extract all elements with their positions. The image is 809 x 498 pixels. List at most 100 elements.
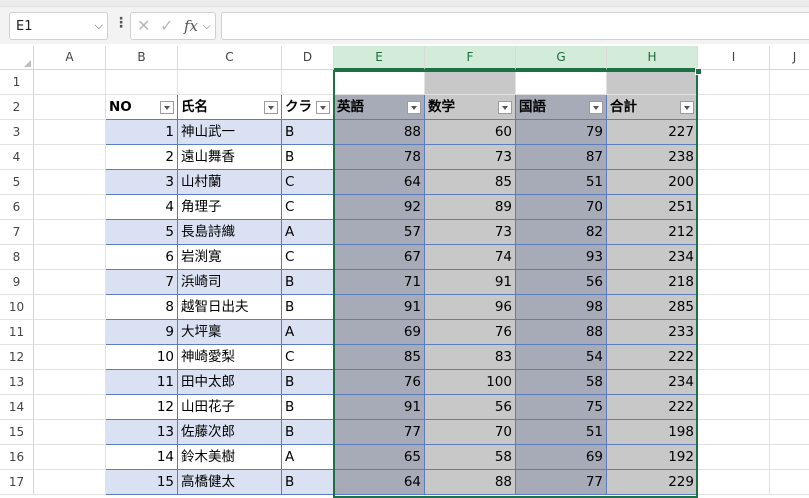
table-cell[interactable]: 遠山舞香 <box>178 145 282 170</box>
table-cell[interactable]: A <box>282 320 334 345</box>
row-header-2[interactable]: 2 <box>0 95 34 120</box>
table-cell[interactable]: B <box>282 295 334 320</box>
table-cell[interactable]: 70 <box>425 420 516 445</box>
table-cell[interactable]: 58 <box>516 370 607 395</box>
table-cell[interactable]: 227 <box>607 120 698 145</box>
table-cell[interactable]: 251 <box>607 195 698 220</box>
table-cell[interactable]: 角理子 <box>178 195 282 220</box>
chevron-down-icon[interactable]: ⌵ <box>203 21 211 32</box>
table-cell[interactable]: 234 <box>607 370 698 395</box>
table-cell[interactable]: 越智日出夫 <box>178 295 282 320</box>
cell[interactable] <box>698 170 770 195</box>
table-cell[interactable]: 98 <box>516 295 607 320</box>
row-header-9[interactable]: 9 <box>0 270 34 295</box>
column-header-h[interactable]: H <box>607 46 698 70</box>
table-cell[interactable]: 77 <box>516 470 607 495</box>
more-options-icon[interactable]: ⋮ <box>114 15 128 31</box>
table-cell[interactable]: 76 <box>334 370 425 395</box>
table-cell[interactable]: 85 <box>334 345 425 370</box>
table-cell[interactable]: 91 <box>425 270 516 295</box>
cell[interactable] <box>34 420 106 445</box>
cell[interactable] <box>698 95 770 120</box>
table-cell[interactable]: 山村蘭 <box>178 170 282 195</box>
table-cell[interactable]: 58 <box>425 445 516 470</box>
table-cell[interactable]: 88 <box>425 470 516 495</box>
table-cell[interactable]: 83 <box>425 345 516 370</box>
row-header-16[interactable]: 16 <box>0 445 34 470</box>
filter-dropdown-icon[interactable] <box>680 101 694 114</box>
row-header-3[interactable]: 3 <box>0 120 34 145</box>
cell[interactable] <box>34 220 106 245</box>
row-header-17[interactable]: 17 <box>0 470 34 495</box>
table-cell[interactable]: 93 <box>516 245 607 270</box>
column-header-a[interactable]: A <box>34 46 106 70</box>
table-cell[interactable]: 100 <box>425 370 516 395</box>
table-cell[interactable]: 4 <box>106 195 178 220</box>
row-header-7[interactable]: 7 <box>0 220 34 245</box>
table-cell[interactable]: 73 <box>425 220 516 245</box>
table-cell[interactable]: 69 <box>516 445 607 470</box>
cell[interactable] <box>698 120 770 145</box>
column-header-f[interactable]: F <box>425 46 516 70</box>
table-cell[interactable]: 8 <box>106 295 178 320</box>
table-cell[interactable]: B <box>282 470 334 495</box>
row-header-1[interactable]: 1 <box>0 70 34 95</box>
table-cell[interactable]: 64 <box>334 170 425 195</box>
table-cell[interactable]: 91 <box>334 295 425 320</box>
cell[interactable] <box>698 195 770 220</box>
cell[interactable] <box>34 145 106 170</box>
table-cell[interactable]: C <box>282 245 334 270</box>
table-cell[interactable]: 1 <box>106 120 178 145</box>
cell[interactable] <box>698 245 770 270</box>
row-header-11[interactable]: 11 <box>0 320 34 345</box>
table-cell[interactable]: A <box>282 445 334 470</box>
table-cell[interactable]: 92 <box>334 195 425 220</box>
table-cell[interactable]: 9 <box>106 320 178 345</box>
row-header-5[interactable]: 5 <box>0 170 34 195</box>
cell[interactable] <box>34 395 106 420</box>
table-cell[interactable]: 7 <box>106 270 178 295</box>
cell[interactable] <box>698 395 770 420</box>
cell[interactable] <box>770 295 809 320</box>
table-cell[interactable]: 長島詩織 <box>178 220 282 245</box>
cell[interactable] <box>770 270 809 295</box>
cell[interactable] <box>770 120 809 145</box>
cell[interactable] <box>698 70 770 95</box>
table-cell[interactable]: 198 <box>607 420 698 445</box>
filter-dropdown-icon[interactable] <box>264 101 278 114</box>
column-header-i[interactable]: I <box>698 46 770 70</box>
table-cell[interactable]: 233 <box>607 320 698 345</box>
cell[interactable] <box>770 345 809 370</box>
table-cell[interactable]: 79 <box>516 120 607 145</box>
table-cell[interactable]: 12 <box>106 395 178 420</box>
table-cell[interactable]: 78 <box>334 145 425 170</box>
table-cell[interactable]: 2 <box>106 145 178 170</box>
cell[interactable] <box>34 270 106 295</box>
table-cell[interactable]: 222 <box>607 345 698 370</box>
table-cell[interactable]: 74 <box>425 245 516 270</box>
filter-dropdown-icon[interactable] <box>316 101 330 114</box>
cell[interactable] <box>770 395 809 420</box>
chevron-down-icon[interactable]: ⌵ <box>95 19 103 33</box>
table-cell[interactable]: 神山武一 <box>178 120 282 145</box>
table-cell[interactable]: 285 <box>607 295 698 320</box>
table-cell[interactable]: 浜崎司 <box>178 270 282 295</box>
table-cell[interactable]: 229 <box>607 470 698 495</box>
table-cell[interactable]: B <box>282 145 334 170</box>
table-cell[interactable]: B <box>282 270 334 295</box>
table-header-cell[interactable]: 合計 <box>607 95 698 120</box>
table-cell[interactable]: 64 <box>334 470 425 495</box>
table-cell[interactable]: 13 <box>106 420 178 445</box>
filter-dropdown-icon[interactable] <box>498 101 512 114</box>
cell[interactable] <box>698 295 770 320</box>
table-cell[interactable]: 70 <box>516 195 607 220</box>
table-cell[interactable]: 11 <box>106 370 178 395</box>
cell[interactable] <box>34 120 106 145</box>
cell[interactable] <box>770 370 809 395</box>
table-cell[interactable]: 192 <box>607 445 698 470</box>
cell[interactable] <box>698 370 770 395</box>
table-cell[interactable]: 54 <box>516 345 607 370</box>
table-cell[interactable]: 51 <box>516 170 607 195</box>
cell[interactable] <box>698 145 770 170</box>
cancel-icon[interactable]: ✕ <box>137 16 150 35</box>
